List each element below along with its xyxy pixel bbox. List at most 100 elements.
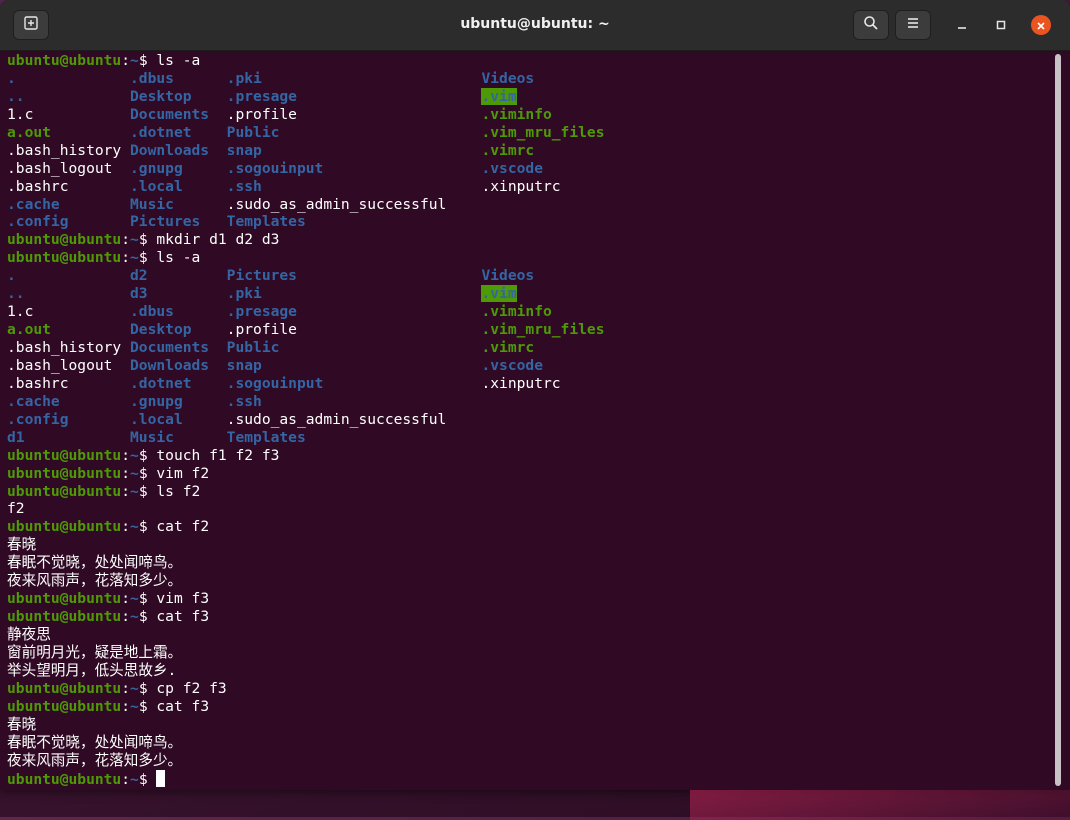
terminal-text: .config xyxy=(7,213,131,231)
terminal-text: .dotnet xyxy=(130,123,227,141)
terminal-text: Pictures xyxy=(226,267,482,285)
maximize-icon xyxy=(995,16,1007,35)
terminal-line: 窗前明月光，疑是地上霜。 xyxy=(7,644,1052,662)
terminal-text: : xyxy=(121,446,131,464)
terminal-text: .gnupg xyxy=(130,392,227,410)
prompt-path: ~ xyxy=(130,518,139,536)
terminal-text: Videos xyxy=(481,267,535,285)
terminal-text: : xyxy=(121,590,131,608)
terminal-text: .dbus xyxy=(130,69,227,87)
terminal-text: .bash_history xyxy=(7,141,131,159)
prompt-path: ~ xyxy=(130,770,139,788)
close-icon xyxy=(1036,16,1046,35)
terminal-text: .profile xyxy=(226,105,482,123)
prompt-user: ubuntu@ubuntu xyxy=(7,446,122,464)
terminal-text: 1.c xyxy=(7,303,131,321)
terminal-text: : xyxy=(121,231,131,249)
terminal-text: .sogouinput xyxy=(226,374,482,392)
terminal-line: 1.c .dbus .presage .viminfo xyxy=(7,303,1052,321)
terminal-text: 春眠不觉晓，处处闻啼鸟。 xyxy=(7,733,183,751)
terminal-text: .bash_logout xyxy=(7,159,131,177)
terminal-text: .vim_mru_files xyxy=(481,321,605,339)
terminal-text: .cache xyxy=(7,392,131,410)
terminal-text: Downloads xyxy=(130,141,227,159)
terminal-line: . d2 Pictures Videos xyxy=(7,267,1052,285)
terminal-text: .bashrc xyxy=(7,374,131,392)
terminal-line: 春眠不觉晓，处处闻啼鸟。 xyxy=(7,554,1052,572)
terminal-text: $ cat f3 xyxy=(138,697,210,715)
prompt-user: ubuntu@ubuntu xyxy=(7,679,122,697)
prompt-path: ~ xyxy=(130,697,139,715)
terminal-text: $ touch f1 f2 f3 xyxy=(138,446,280,464)
terminal-line: a.out .dotnet Public .vim_mru_files xyxy=(7,124,1052,142)
minimize-button[interactable] xyxy=(952,15,972,35)
terminal-text: .sudo_as_admin_successful xyxy=(226,410,447,428)
terminal-line: ubuntu@ubuntu:~$ mkdir d1 d2 d3 xyxy=(7,231,1052,249)
scrollbar[interactable] xyxy=(1055,54,1061,786)
terminal-text: $ xyxy=(138,770,157,788)
prompt-path: ~ xyxy=(130,249,139,267)
terminal-text: : xyxy=(121,679,131,697)
terminal-text: $ cp f2 f3 xyxy=(138,679,227,697)
terminal-text: snap xyxy=(226,141,482,159)
terminal-text: a.out xyxy=(7,123,131,141)
close-button[interactable] xyxy=(1031,15,1051,35)
hamburger-menu-icon xyxy=(905,15,921,35)
terminal-text: : xyxy=(121,464,131,482)
terminal-text: $ ls f2 xyxy=(138,482,201,500)
terminal-line: ubuntu@ubuntu:~$ xyxy=(7,769,1052,788)
terminal-text: .dbus xyxy=(130,303,227,321)
terminal-line: ubuntu@ubuntu:~$ ls -a xyxy=(7,249,1052,267)
terminal-line: .config .local .sudo_as_admin_successful xyxy=(7,411,1052,429)
terminal-text: : xyxy=(121,608,131,626)
terminal-text: .presage xyxy=(226,303,482,321)
prompt-path: ~ xyxy=(130,52,139,69)
terminal-text: Downloads xyxy=(130,356,227,374)
terminal-line: ubuntu@ubuntu:~$ cp f2 f3 xyxy=(7,680,1052,698)
terminal-text: a.out xyxy=(7,321,131,339)
terminal-text: . xyxy=(7,267,131,285)
terminal-text: .local xyxy=(130,410,227,428)
terminal-text: 夜来风雨声，花落知多少。 xyxy=(7,751,183,769)
terminal-output[interactable]: ubuntu@ubuntu:~$ ls -a. .dbus .pki Video… xyxy=(7,52,1052,788)
terminal-line: ubuntu@ubuntu:~$ cat f2 xyxy=(7,518,1052,536)
terminal-text: : xyxy=(121,697,131,715)
terminal-text: .vimrc xyxy=(481,339,535,356)
terminal-text: Desktop xyxy=(130,87,227,105)
prompt-path: ~ xyxy=(130,679,139,697)
terminal-line: 春晓 xyxy=(7,536,1052,554)
terminal-text: .. xyxy=(7,87,131,105)
prompt-user: ubuntu@ubuntu xyxy=(7,770,122,788)
prompt-user: ubuntu@ubuntu xyxy=(7,52,122,69)
prompt-user: ubuntu@ubuntu xyxy=(7,231,122,249)
terminal-text: Public xyxy=(226,339,482,356)
terminal-text: .dotnet xyxy=(130,374,227,392)
prompt-path: ~ xyxy=(130,590,139,608)
terminal-text: Desktop xyxy=(130,321,227,339)
search-button[interactable] xyxy=(853,10,889,40)
terminal-text: .profile xyxy=(226,321,482,339)
terminal-text: .ssh xyxy=(226,177,482,195)
terminal-line: ubuntu@ubuntu:~$ vim f3 xyxy=(7,590,1052,608)
terminal-window: ubuntu@ubuntu: ~ ubuntu@ubuntu:~$ ls -a … xyxy=(0,0,1070,790)
terminal-text: Pictures xyxy=(130,213,227,231)
terminal-line: 1.c Documents .profile .viminfo xyxy=(7,106,1052,124)
prompt-path: ~ xyxy=(130,446,139,464)
minimize-icon xyxy=(956,16,968,35)
terminal-text: .vim_mru_files xyxy=(481,123,605,141)
prompt-user: ubuntu@ubuntu xyxy=(7,608,122,626)
maximize-button[interactable] xyxy=(991,15,1011,35)
terminal-text: . xyxy=(7,69,131,87)
terminal-text: d3 xyxy=(130,285,227,303)
terminal-text: : xyxy=(121,770,131,788)
terminal-line: ubuntu@ubuntu:~$ ls -a xyxy=(7,52,1052,70)
terminal-line: f2 xyxy=(7,500,1052,518)
terminal-line: .cache .gnupg .ssh xyxy=(7,393,1052,411)
terminal-text: $ ls -a xyxy=(138,249,201,267)
menu-button[interactable] xyxy=(895,10,931,40)
wallpaper xyxy=(690,790,1070,820)
prompt-user: ubuntu@ubuntu xyxy=(7,518,122,536)
terminal-text: .ssh xyxy=(226,392,262,410)
terminal-text: $ vim f2 xyxy=(138,464,210,482)
terminal-text: .vimrc xyxy=(481,141,535,159)
